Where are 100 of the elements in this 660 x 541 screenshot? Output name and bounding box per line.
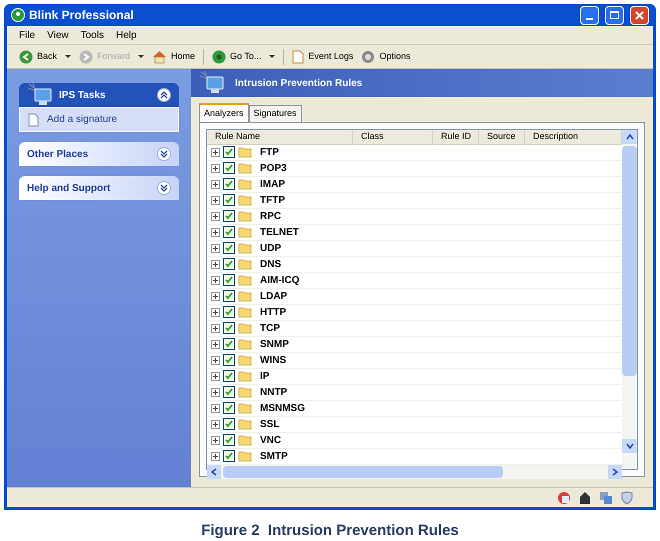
- column-header[interactable]: Class: [353, 130, 433, 144]
- task-link[interactable]: Add a signature: [47, 112, 118, 127]
- vertical-scrollbar[interactable]: [622, 130, 637, 469]
- folder-icon: [238, 178, 253, 190]
- folder-icon: [238, 418, 253, 430]
- tab[interactable]: Signatures: [248, 105, 302, 122]
- menu-item[interactable]: Help: [116, 28, 137, 42]
- checkbox[interactable]: [223, 274, 235, 286]
- dropdown-arrow-icon[interactable]: [65, 55, 72, 58]
- folder-icon: [238, 306, 253, 318]
- rule-name: POP3: [260, 162, 287, 176]
- checkbox[interactable]: [223, 146, 235, 158]
- checkbox[interactable]: [223, 290, 235, 302]
- checkbox[interactable]: [223, 210, 235, 222]
- checkbox[interactable]: [223, 306, 235, 318]
- folder-icon: [238, 402, 253, 414]
- folder-icon: [238, 338, 253, 350]
- scroll-thumb[interactable]: [223, 466, 503, 478]
- folder-icon: [238, 370, 253, 382]
- dropdown-arrow-icon[interactable]: [269, 55, 276, 58]
- checkbox[interactable]: [223, 450, 235, 462]
- folder-icon: [238, 210, 253, 222]
- horizontal-scrollbar[interactable]: [207, 464, 622, 478]
- folder-icon: [238, 450, 253, 462]
- menu-item[interactable]: File: [19, 28, 36, 42]
- expand-icon[interactable]: [211, 436, 220, 444]
- expand-icon[interactable]: [211, 212, 220, 220]
- checkbox[interactable]: [223, 258, 235, 270]
- collapse-chevron-icon[interactable]: [157, 88, 171, 102]
- checkbox[interactable]: [223, 162, 235, 174]
- expand-icon[interactable]: [211, 324, 220, 332]
- expand-chevron-icon[interactable]: [157, 181, 171, 195]
- tab[interactable]: Analyzers: [199, 103, 249, 122]
- checkbox[interactable]: [223, 402, 235, 414]
- scroll-up-icon[interactable]: [622, 130, 637, 144]
- expand-icon[interactable]: [211, 196, 220, 204]
- expand-icon[interactable]: [211, 372, 220, 380]
- expand-icon[interactable]: [211, 452, 220, 460]
- rule-name: FTP: [260, 146, 279, 160]
- checkbox[interactable]: [223, 354, 235, 366]
- expand-icon[interactable]: [211, 228, 220, 236]
- minimize-button[interactable]: [580, 6, 599, 24]
- checkbox[interactable]: [223, 386, 235, 398]
- expand-icon[interactable]: [211, 180, 220, 188]
- app-logo-icon: [11, 8, 25, 22]
- close-icon: [635, 10, 644, 20]
- expand-icon[interactable]: [211, 164, 220, 172]
- expand-icon[interactable]: [211, 276, 220, 284]
- checkbox[interactable]: [223, 242, 235, 254]
- rule-name: TCP: [260, 322, 280, 336]
- expand-icon[interactable]: [211, 340, 220, 348]
- toolbar-button[interactable]: Event Logs: [292, 50, 354, 64]
- checkbox[interactable]: [223, 226, 235, 238]
- column-header[interactable]: Source: [479, 130, 525, 144]
- scroll-right-icon[interactable]: [608, 464, 622, 478]
- expand-icon[interactable]: [211, 260, 220, 268]
- house-icon: [152, 50, 168, 64]
- checkbox[interactable]: [223, 434, 235, 446]
- checkbox[interactable]: [223, 178, 235, 190]
- scroll-left-icon[interactable]: [207, 464, 221, 478]
- task-group-header[interactable]: Other Places: [19, 142, 179, 166]
- expand-icon[interactable]: [211, 356, 220, 364]
- shield-icon: [621, 490, 633, 504]
- checkbox[interactable]: [223, 370, 235, 382]
- column-header[interactable]: Rule ID: [433, 130, 479, 144]
- menu-item[interactable]: Tools: [80, 28, 104, 42]
- task-group-header[interactable]: IPS Tasks: [19, 83, 179, 107]
- toolbar-button[interactable]: Options: [361, 50, 410, 64]
- toolbar-button[interactable]: Back: [19, 50, 58, 64]
- target-icon: [212, 50, 226, 64]
- toolbar-button[interactable]: Go To...: [212, 50, 262, 64]
- rule-name: TFTP: [260, 194, 285, 208]
- column-header[interactable]: Rule Name: [207, 130, 353, 144]
- folder-icon: [238, 226, 253, 238]
- rule-name: LDAP: [260, 290, 288, 304]
- checkbox[interactable]: [223, 194, 235, 206]
- folder-icon: [238, 290, 253, 302]
- task-group-header[interactable]: Help and Support: [19, 176, 179, 200]
- rule-name: SMTP: [260, 450, 288, 464]
- task-group-title: Other Places: [27, 148, 90, 162]
- expand-icon[interactable]: [211, 292, 220, 300]
- expand-icon[interactable]: [211, 388, 220, 396]
- menu-item[interactable]: View: [47, 28, 69, 42]
- checkbox[interactable]: [223, 418, 235, 430]
- expand-icon[interactable]: [211, 244, 220, 252]
- expand-icon[interactable]: [211, 404, 220, 412]
- folder-icon: [238, 434, 253, 446]
- maximize-button[interactable]: [605, 6, 624, 24]
- scroll-down-icon[interactable]: [622, 439, 637, 453]
- toolbar-button[interactable]: Home: [152, 50, 196, 64]
- expand-chevron-icon[interactable]: [157, 147, 171, 161]
- checkbox[interactable]: [223, 322, 235, 334]
- expand-icon[interactable]: [211, 308, 220, 316]
- close-button[interactable]: [630, 6, 649, 24]
- expand-icon[interactable]: [211, 420, 220, 428]
- dropdown-arrow-icon[interactable]: [138, 55, 144, 58]
- checkbox[interactable]: [223, 338, 235, 350]
- expand-icon[interactable]: [211, 148, 220, 156]
- scroll-thumb[interactable]: [622, 146, 637, 376]
- document-icon: [292, 50, 304, 64]
